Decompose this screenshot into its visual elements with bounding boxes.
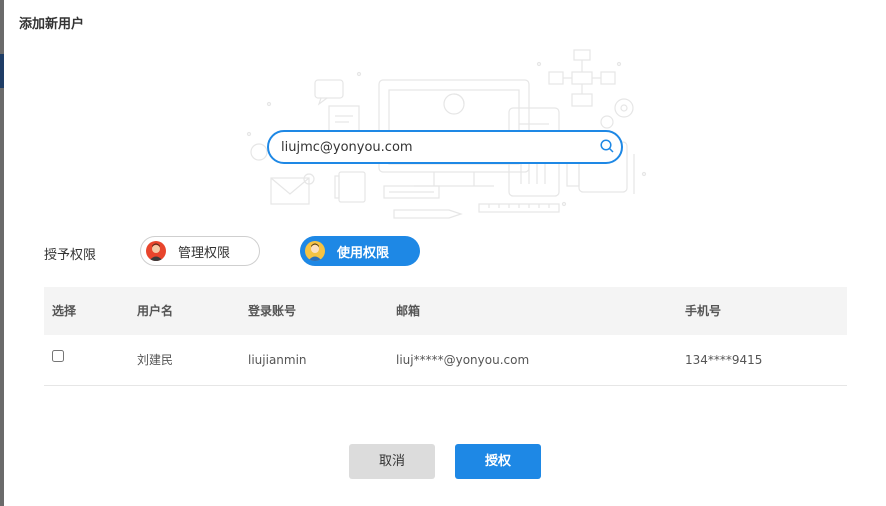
user-table: 选择 用户名 登录账号 邮箱 手机号 刘建民 liujianmin liuj**… [44,287,847,386]
add-user-dialog: 添加新用户 授予权限 [4,0,886,506]
admin-avatar-icon [146,241,166,261]
search-field[interactable] [267,130,623,164]
dialog-title: 添加新用户 [19,17,85,32]
search-icon[interactable] [599,138,615,154]
use-permission-button[interactable]: 使用权限 [300,236,420,266]
header-phone: 手机号 [685,304,722,318]
table-header: 选择 用户名 登录账号 邮箱 手机号 [44,287,847,335]
admin-permission-label: 管理权限 [178,245,231,261]
cell-account: liujianmin [248,353,307,367]
authorize-button[interactable]: 授权 [455,444,541,479]
header-username: 用户名 [137,304,174,318]
header-select: 选择 [52,304,77,318]
use-permission-label: 使用权限 [337,245,390,261]
row-select-checkbox[interactable] [52,350,64,362]
table-row: 刘建民 liujianmin liuj*****@yonyou.com 134*… [44,335,847,386]
header-account: 登录账号 [248,304,297,318]
user-avatar-icon [305,241,325,261]
cell-phone: 134****9415 [685,353,763,367]
header-email: 邮箱 [396,304,421,318]
cell-email: liuj*****@yonyou.com [396,353,530,367]
permission-label: 授予权限 [44,248,97,263]
cancel-button[interactable]: 取消 [349,444,435,479]
search-input[interactable] [281,137,581,157]
admin-permission-button[interactable]: 管理权限 [140,236,260,266]
cell-username: 刘建民 [137,353,174,367]
